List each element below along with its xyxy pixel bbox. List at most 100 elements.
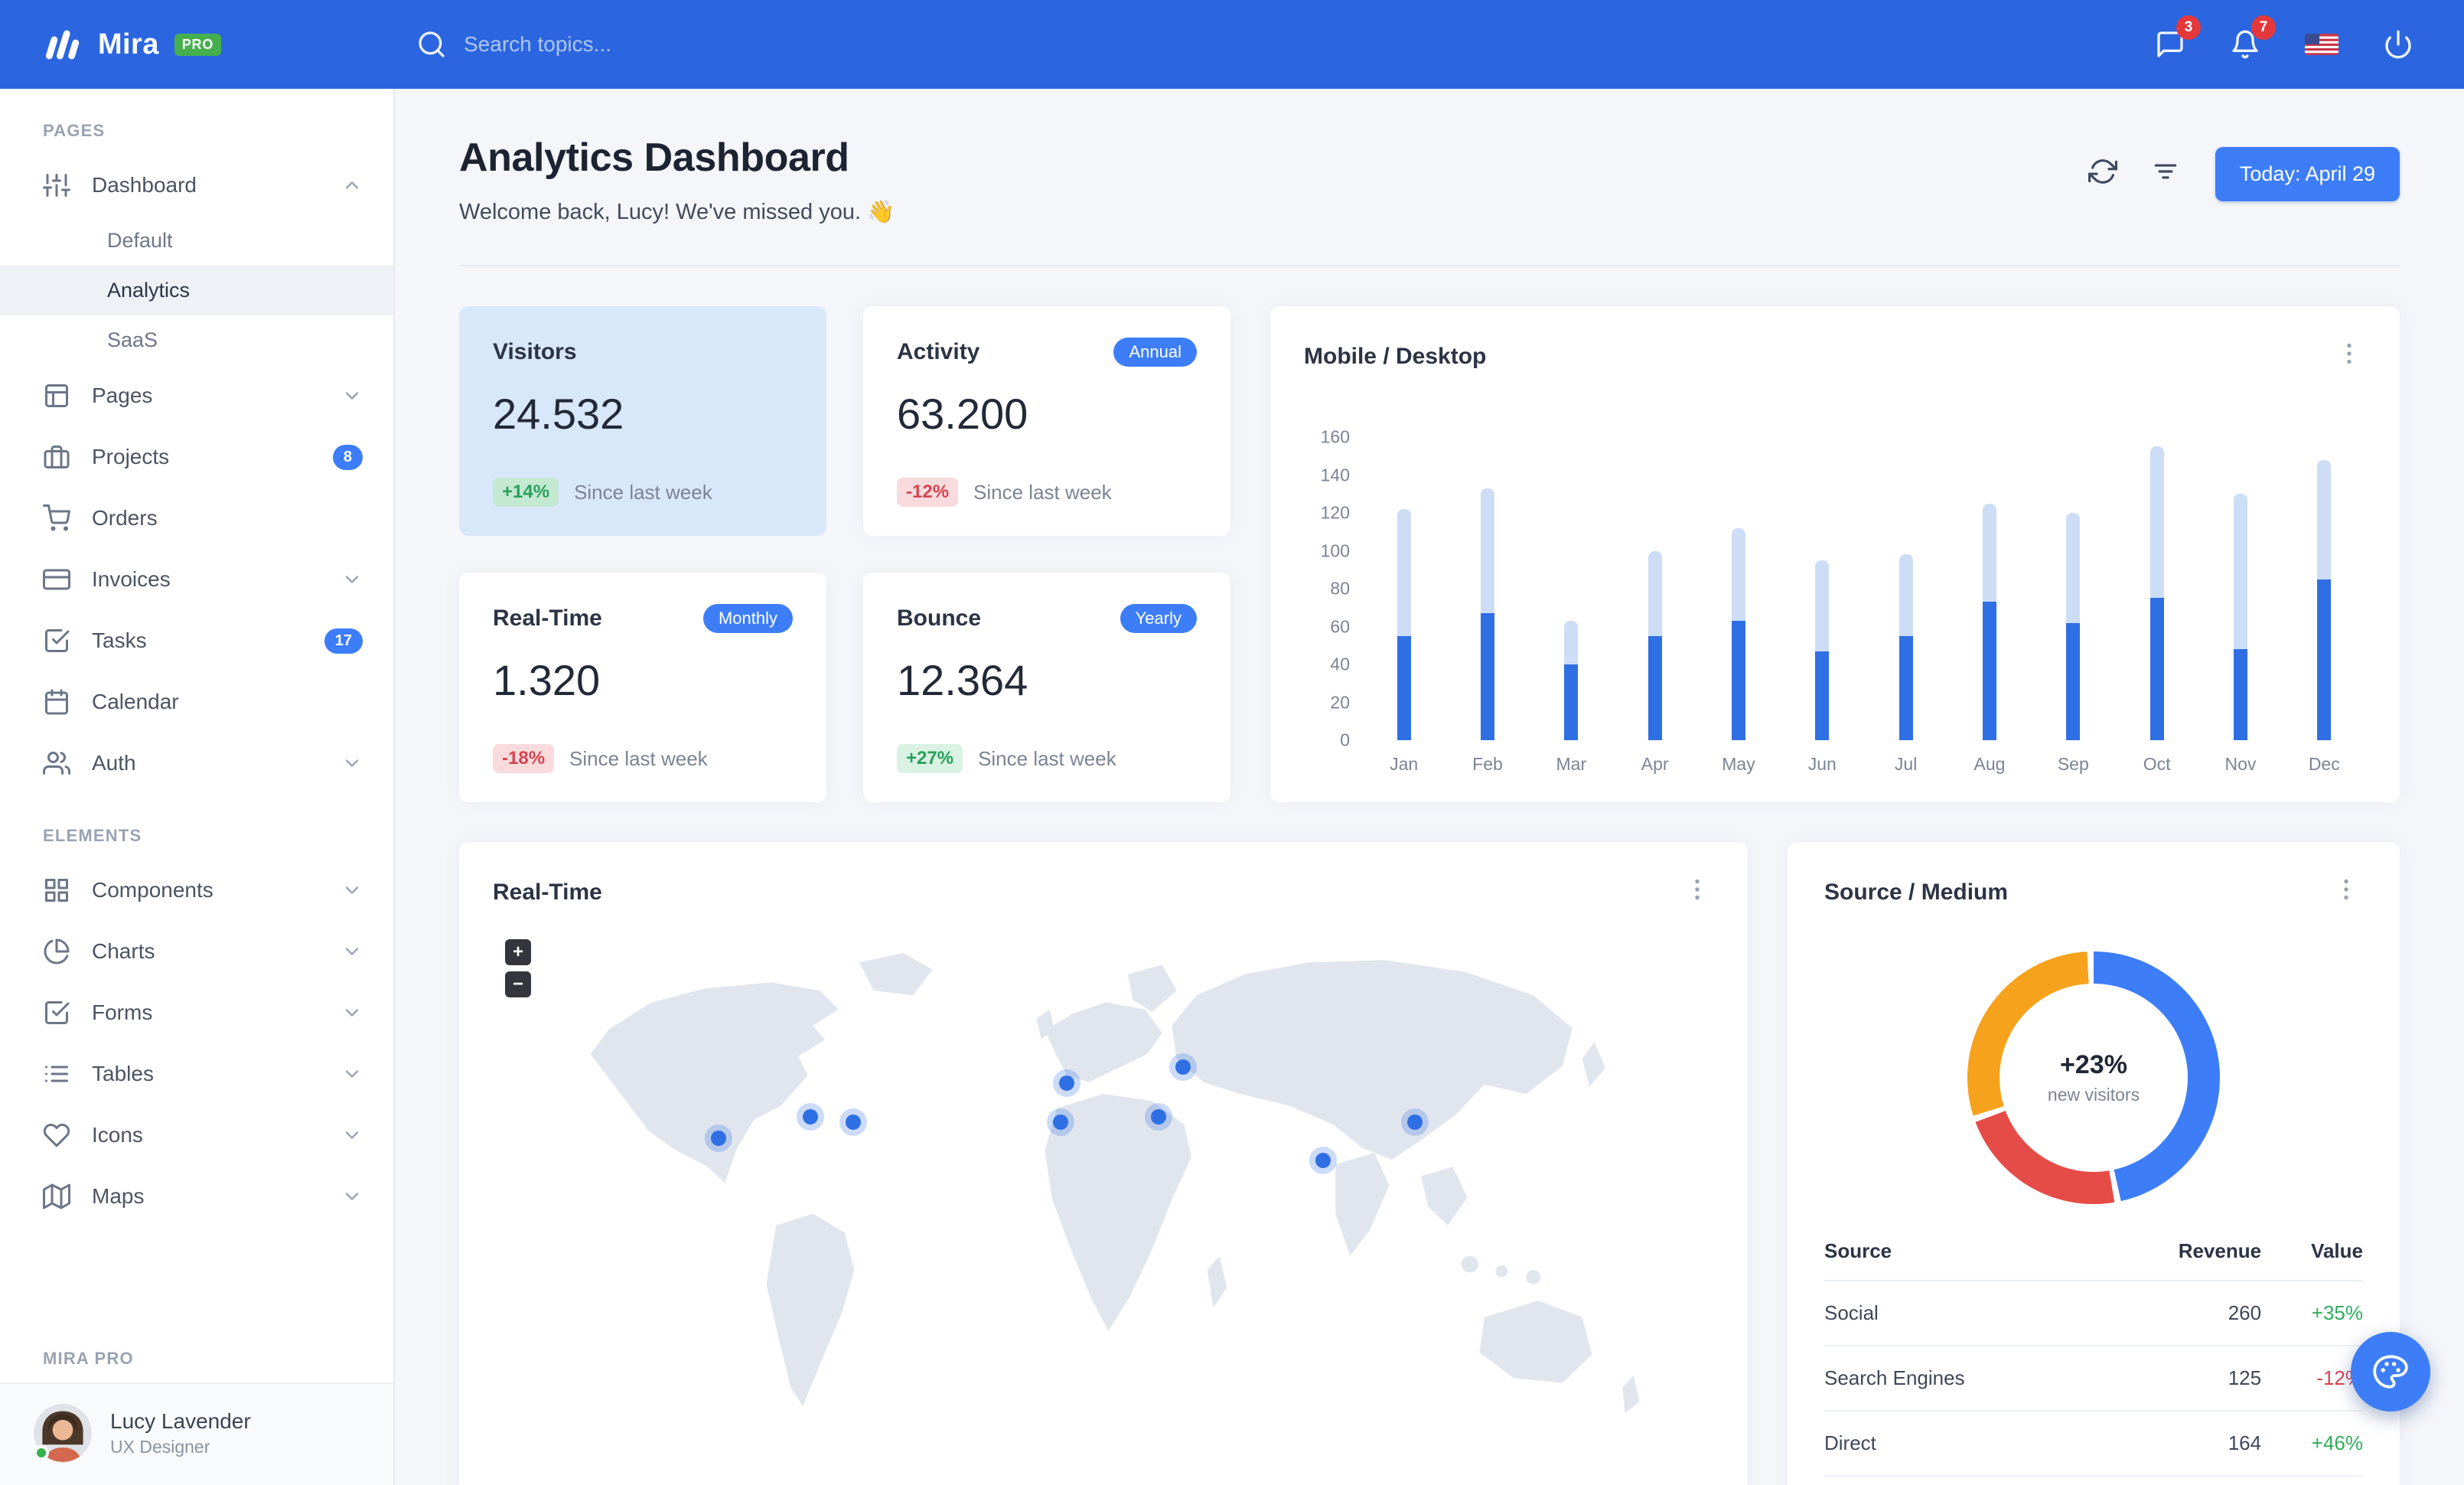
sidebar-subitem-saas[interactable]: SaaS (0, 315, 393, 365)
source-row-social: Social 260 +35% (1824, 1281, 2363, 1346)
chevron-down-icon (341, 941, 363, 962)
activity-card: Activity Annual 63.200 -12% Since last w… (863, 306, 1230, 536)
mira-logo-icon (40, 23, 83, 66)
map-marker (845, 1114, 861, 1130)
x-tick-label: Dec (2308, 754, 2340, 774)
world-map[interactable]: + − (493, 918, 1714, 1470)
theme-settings-button[interactable] (2351, 1332, 2430, 1412)
stat-delta-badge: +14% (493, 478, 559, 507)
chevron-up-icon (341, 175, 363, 196)
language-button[interactable] (2288, 20, 2355, 69)
sidebar-item-dashboard[interactable]: Dashboard (0, 155, 393, 216)
creditcard-icon (43, 566, 70, 593)
navbar-search (416, 29, 816, 60)
period-badge[interactable]: Annual (1113, 338, 1197, 367)
sidebar-item-tasks[interactable]: Tasks 17 (0, 610, 393, 671)
date-range-button[interactable]: Today: April 29 (2215, 147, 2400, 201)
stat-value: 24.532 (493, 390, 624, 438)
sidebar-section-pages: PAGES (43, 121, 106, 140)
sidebar-item-auth[interactable]: Auth (0, 733, 393, 794)
sidebar: PAGES Dashboard Default Analytics SaaS Pag… (0, 89, 395, 1485)
sidebar-user[interactable]: Lucy Lavender UX Designer (0, 1382, 393, 1485)
sidebar-subitem-analytics[interactable]: Analytics (0, 266, 393, 315)
sidebar-item-charts[interactable]: Charts (0, 921, 393, 982)
sidebar-subitem-default[interactable]: Default (0, 216, 393, 266)
source-cell: Direct (1824, 1411, 2100, 1477)
stat-value: 1.320 (493, 656, 601, 704)
y-axis: 0 20 40 60 80 100 120 140 160 (1304, 427, 1350, 750)
welcome-text: Welcome back, Lucy! We've missed you. 👋 (459, 200, 895, 224)
filter-button[interactable] (2143, 149, 2188, 199)
map-zoom-controls: + − (505, 939, 531, 997)
sidebar-section-elements: ELEMENTS (43, 826, 142, 845)
sidebar-item-invoices[interactable]: Invoices (0, 549, 393, 610)
search-input[interactable] (464, 32, 816, 57)
realtime-map-card: Real-Time + − (459, 842, 1748, 1485)
stat-delta-badge: -12% (897, 478, 959, 507)
card-menu-button[interactable] (2329, 873, 2363, 912)
sidebar-item-projects[interactable]: Projects 8 (0, 426, 393, 488)
map-marker (1175, 1059, 1191, 1075)
bar-nov (2198, 437, 2282, 740)
x-tick-label: Jan (1390, 754, 1419, 774)
bar-sep (2032, 437, 2115, 740)
period-badge[interactable]: Yearly (1120, 604, 1197, 633)
sidebar-item-maps[interactable]: Maps (0, 1166, 393, 1227)
messages-button[interactable]: 3 (2138, 15, 2202, 73)
brand[interactable]: Mira PRO (0, 23, 395, 66)
sidebar-item-calendar[interactable]: Calendar (0, 671, 393, 733)
usa-flag-icon (2305, 34, 2339, 55)
stat-delta-badge: -18% (493, 744, 555, 773)
x-tick-label: Feb (1472, 754, 1503, 774)
calendar-icon (43, 688, 70, 716)
stat-caption: Since last week (569, 746, 708, 770)
stat-title: Visitors (493, 339, 577, 364)
refresh-button[interactable] (2081, 149, 2125, 199)
realtime-stat-card: Real-Time Monthly 1.320 -18% Since last … (459, 573, 826, 802)
map-marker (1053, 1114, 1069, 1130)
source-cell: Social (1824, 1281, 2100, 1346)
notifications-count-badge: 7 (2251, 15, 2276, 40)
notifications-button[interactable]: 7 (2213, 15, 2277, 73)
source-medium-card: Source / Medium +23% new visitors Source… (1788, 842, 2400, 1485)
online-status-dot (34, 1445, 49, 1461)
bar-jul (1864, 437, 1947, 740)
sidebar-item-label: Icons (92, 1123, 143, 1147)
sidebar-item-pages[interactable]: Pages (0, 365, 393, 426)
heart-icon (43, 1121, 70, 1149)
filter-icon (2151, 157, 2180, 186)
logout-button[interactable] (2366, 15, 2430, 73)
zoom-in-button[interactable]: + (505, 939, 531, 965)
y-tick-label: 140 (1320, 465, 1350, 485)
zoom-out-button[interactable]: − (505, 971, 531, 997)
page-title: Analytics Dashboard (459, 135, 849, 180)
list-icon (43, 1060, 70, 1088)
source-medium-table: Source Revenue Value Social 260 +35% Search… (1824, 1222, 2363, 1477)
header-divider (459, 265, 2400, 266)
card-menu-button[interactable] (2332, 337, 2366, 376)
user-name: Lucy Lavender (110, 1408, 251, 1433)
map-marker (1059, 1075, 1075, 1092)
sidebar-item-components[interactable]: Components (0, 860, 393, 921)
stat-caption: Since last week (978, 746, 1116, 770)
x-tick-label: Apr (1641, 754, 1669, 774)
value-cell: +35% (2261, 1281, 2363, 1346)
x-axis: Jan Feb Mar Apr May Jun Jul Aug Sep Oct Nov Dec (1362, 754, 2366, 775)
card-title: Source / Medium (1824, 879, 2009, 905)
value-cell: -12% (2261, 1346, 2363, 1412)
sidebar-item-tables[interactable]: Tables (0, 1043, 393, 1105)
stat-title: Real-Time (493, 605, 602, 631)
sidebar-section-mira-pro: MIRA PRO (43, 1349, 134, 1368)
card-title: Real-Time (493, 879, 602, 905)
x-tick-label: Nov (2224, 754, 2257, 774)
sidebar-item-label: Dashboard (92, 173, 197, 197)
dashboard-submenu: Default Analytics SaaS (0, 216, 393, 365)
period-badge[interactable]: Monthly (702, 604, 793, 633)
card-menu-button[interactable] (1680, 873, 1714, 912)
checksquare-icon (43, 999, 70, 1026)
sidebar-item-orders[interactable]: Orders (0, 488, 393, 549)
power-icon (2383, 29, 2413, 60)
sidebar-item-forms[interactable]: Forms (0, 982, 393, 1043)
bar-may (1696, 437, 1780, 740)
sidebar-item-icons[interactable]: Icons (0, 1105, 393, 1166)
